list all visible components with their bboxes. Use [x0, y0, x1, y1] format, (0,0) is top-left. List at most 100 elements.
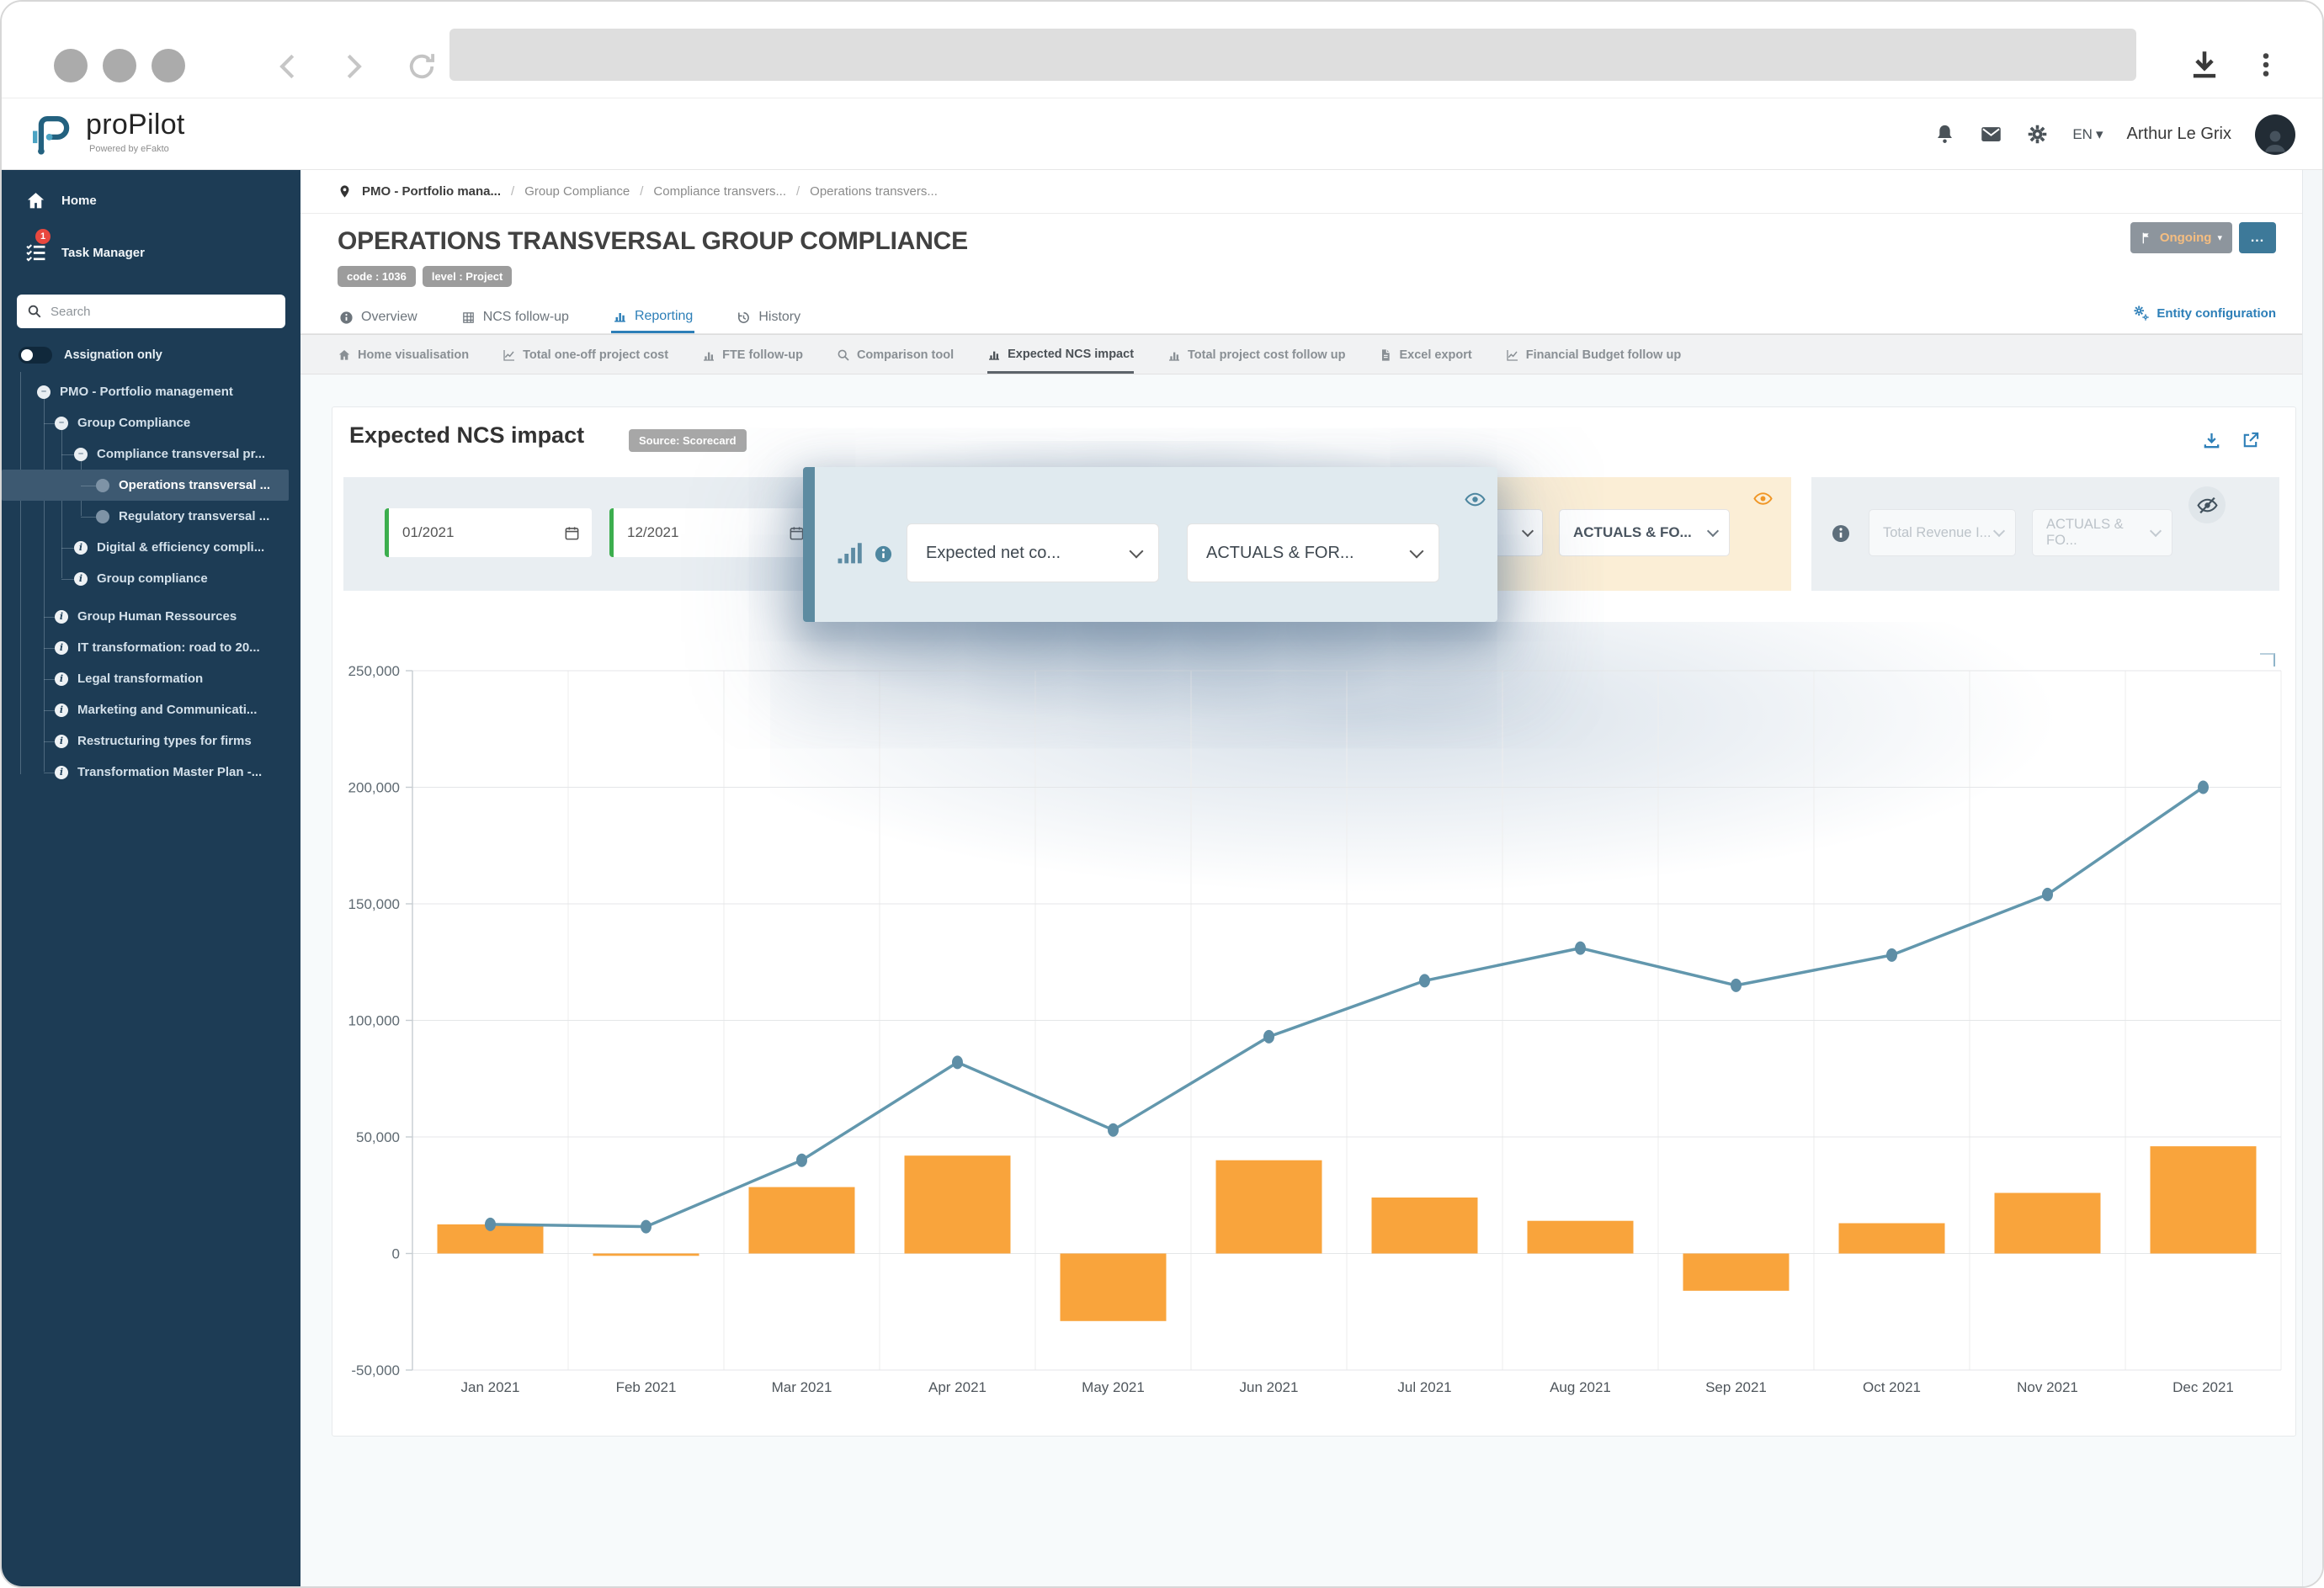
- subtab-home-visualisation[interactable]: Home visualisation: [338, 335, 469, 374]
- line-point[interactable]: [796, 1154, 807, 1167]
- line-point[interactable]: [485, 1218, 496, 1231]
- bar[interactable]: [1216, 1160, 1322, 1254]
- settings-icon[interactable]: [2026, 123, 2049, 146]
- messages-icon[interactable]: [1980, 123, 2002, 146]
- tree-item-label: Group Human Ressources: [77, 609, 237, 624]
- x-tick-label: Mar 2021: [772, 1379, 832, 1395]
- disabled-mode-dropdown[interactable]: ACTUALS & FO...: [2032, 509, 2172, 556]
- disabled-metric-dropdown[interactable]: Total Revenue I...: [1869, 509, 2016, 556]
- primary-mode-dropdown[interactable]: ACTUALS & FOR...: [1187, 523, 1439, 582]
- subtab-financial-budget-follow-up[interactable]: Financial Budget follow up: [1506, 335, 1681, 374]
- line-point[interactable]: [1263, 1030, 1274, 1044]
- app-logo-icon[interactable]: [27, 109, 76, 157]
- external-link-icon[interactable]: [2241, 431, 2260, 450]
- tree-item-label: PMO - Portfolio management: [60, 385, 233, 399]
- browser-back-icon[interactable]: [273, 50, 305, 82]
- tree-item[interactable]: Digital & efficiency compli...: [2, 532, 300, 563]
- breadcrumb-item[interactable]: Operations transvers...: [810, 184, 938, 199]
- tree-item[interactable]: PMO - Portfolio management: [2, 376, 300, 407]
- chart-expand-icon[interactable]: [2260, 653, 2275, 667]
- language-switcher[interactable]: EN▾: [2072, 126, 2103, 143]
- search-input[interactable]: Search: [17, 295, 285, 328]
- line-point[interactable]: [2198, 781, 2209, 794]
- avatar[interactable]: [2255, 114, 2295, 155]
- line-point[interactable]: [2042, 888, 2053, 901]
- visibility-toggle[interactable]: [2188, 486, 2226, 523]
- assignation-toggle[interactable]: [19, 347, 52, 364]
- browser-refresh-icon[interactable]: [404, 49, 439, 84]
- grid-icon: [461, 311, 476, 325]
- line-point[interactable]: [1731, 979, 1742, 992]
- bar[interactable]: [905, 1155, 1011, 1253]
- date-to-input[interactable]: 12/2021: [609, 508, 816, 557]
- date-from-input[interactable]: 01/2021: [385, 508, 592, 557]
- secondary-mode-dropdown[interactable]: ACTUALS & FO...: [1559, 509, 1730, 556]
- browser-download-icon[interactable]: [2187, 45, 2222, 84]
- info-icon: [1831, 523, 1851, 544]
- subtab-comparison-tool[interactable]: Comparison tool: [837, 335, 954, 374]
- bar[interactable]: [1061, 1254, 1167, 1321]
- tree-item[interactable]: Legal transformation: [2, 663, 300, 694]
- tree-item-label: Digital & efficiency compli...: [97, 540, 264, 555]
- tab-ncs-follow-up[interactable]: NCS follow-up: [460, 296, 571, 333]
- app-name: proPilot: [86, 109, 185, 141]
- bar[interactable]: [1995, 1193, 2101, 1254]
- line-point[interactable]: [1108, 1123, 1119, 1137]
- tab-overview[interactable]: Overview: [338, 296, 419, 333]
- window-control-dot[interactable]: [54, 49, 88, 82]
- bar[interactable]: [1683, 1254, 1790, 1291]
- bar[interactable]: [1528, 1221, 1634, 1254]
- scrollbar[interactable]: [2302, 170, 2322, 1586]
- eye-icon[interactable]: [1753, 489, 1773, 508]
- bar[interactable]: [593, 1254, 699, 1256]
- line-point[interactable]: [641, 1220, 651, 1234]
- breadcrumb-item[interactable]: Compliance transvers...: [653, 184, 786, 199]
- breadcrumb-item[interactable]: Group Compliance: [524, 184, 630, 199]
- tree-item[interactable]: IT transformation: road to 20...: [2, 632, 300, 663]
- bar[interactable]: [749, 1187, 855, 1254]
- language-label: EN: [2072, 126, 2093, 143]
- subtab-expected-ncs-impact[interactable]: Expected NCS impact: [987, 335, 1134, 374]
- subtab-fte-follow-up[interactable]: FTE follow-up: [702, 335, 803, 374]
- more-actions-button[interactable]: ...: [2239, 222, 2276, 253]
- user-name[interactable]: Arthur Le Grix: [2127, 125, 2231, 144]
- line-point[interactable]: [952, 1055, 963, 1069]
- tree-item[interactable]: Group Human Ressources: [2, 601, 300, 632]
- eye-icon[interactable]: [1465, 489, 1486, 510]
- tree-item[interactable]: Compliance transversal pr...: [2, 438, 300, 470]
- bar[interactable]: [2151, 1146, 2257, 1253]
- browser-menu-icon[interactable]: [2251, 44, 2281, 86]
- url-bar[interactable]: [449, 29, 2136, 81]
- sidebar-item-home[interactable]: Home: [2, 182, 300, 219]
- subtab-total-one-off-project-cost[interactable]: Total one-off project cost: [503, 335, 668, 374]
- tab-reporting[interactable]: Reporting: [611, 296, 694, 333]
- notifications-icon[interactable]: [1933, 123, 1956, 146]
- subtab-total-project-cost-follow-up[interactable]: Total project cost follow up: [1167, 335, 1345, 374]
- y-tick-label: 100,000: [348, 1013, 400, 1029]
- bar[interactable]: [1839, 1224, 1945, 1254]
- line-point[interactable]: [1886, 948, 1897, 962]
- line-point[interactable]: [1575, 942, 1586, 955]
- window-control-dot[interactable]: [103, 49, 136, 82]
- tree-item-selected[interactable]: Operations transversal ...: [2, 470, 289, 501]
- tree-item[interactable]: Group Compliance: [2, 407, 300, 438]
- browser-forward-icon[interactable]: [337, 50, 369, 82]
- tree-item[interactable]: Marketing and Communicati...: [2, 694, 300, 725]
- status-dropdown-button[interactable]: Ongoing ▾: [2130, 222, 2232, 253]
- bar[interactable]: [1372, 1198, 1478, 1254]
- breadcrumb-item[interactable]: PMO - Portfolio mana...: [362, 184, 501, 199]
- primary-metric-dropdown[interactable]: Expected net co...: [907, 523, 1159, 582]
- subtab-excel-export[interactable]: Excel export: [1379, 335, 1471, 374]
- entity-configuration-button[interactable]: Entity configuration: [2133, 305, 2276, 321]
- line-point[interactable]: [1419, 974, 1430, 987]
- tree-item[interactable]: Restructuring types for firms: [2, 725, 300, 757]
- tab-history[interactable]: History: [735, 296, 802, 333]
- flag-icon: [2141, 231, 2154, 245]
- tree-item[interactable]: Group compliance: [2, 563, 300, 594]
- tree-item-label: Group compliance: [97, 571, 208, 586]
- window-control-dot[interactable]: [152, 49, 185, 82]
- tree-item[interactable]: Regulatory transversal ...: [2, 501, 300, 532]
- download-icon[interactable]: [2202, 431, 2221, 450]
- tree-item[interactable]: Transformation Master Plan -...: [2, 757, 300, 788]
- chevron-down-icon: [1522, 524, 1534, 536]
